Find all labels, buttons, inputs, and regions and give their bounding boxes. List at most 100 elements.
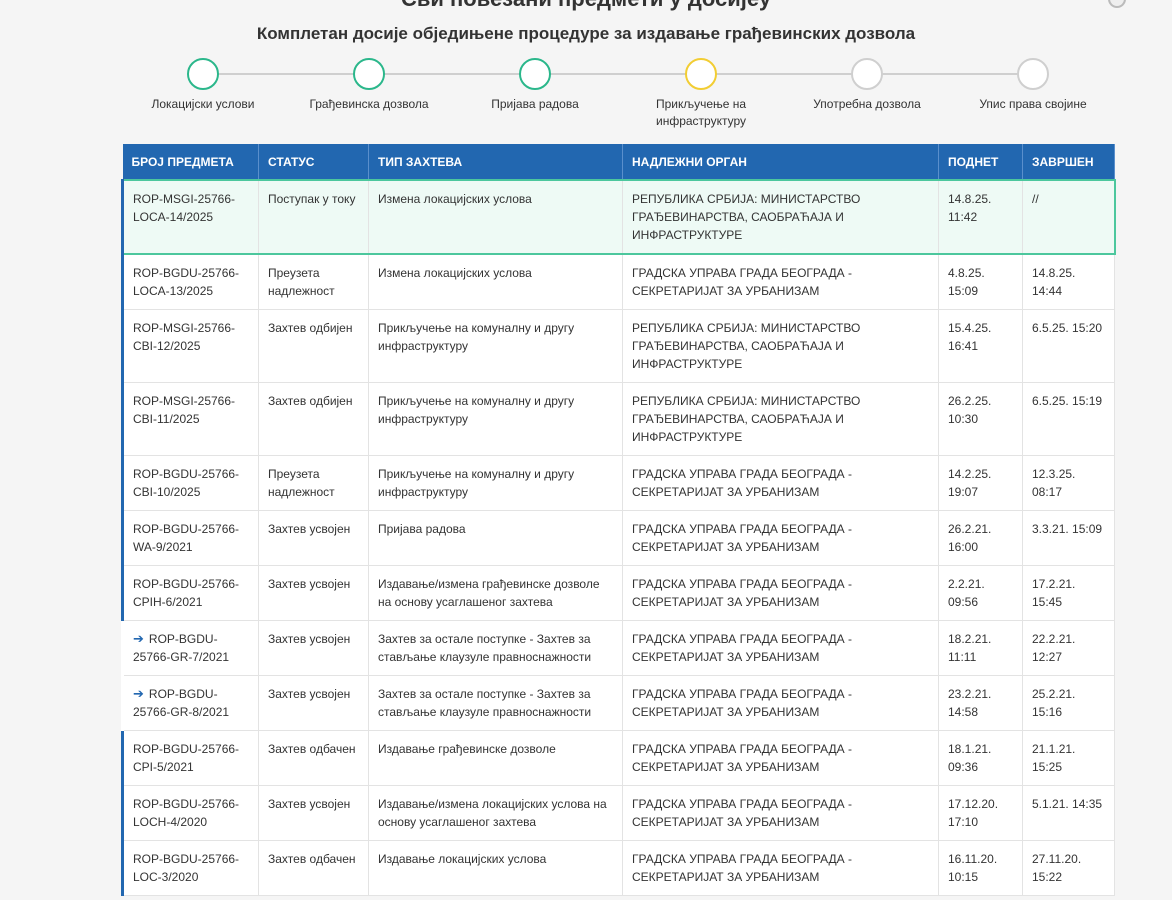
authority-text: ГРАДСКА УПРАВА ГРАДА БЕОГРАДА - СЕКРЕТАР…: [632, 577, 852, 609]
progress-step-5[interactable]: Употребна дозвола: [784, 58, 950, 113]
table-row[interactable]: ROP-BGDU-25766-CBI-10/2025 Преузета надле…: [121, 455, 1115, 511]
step-circle-icon: [353, 58, 385, 90]
table-row[interactable]: ROP-BGDU-25766-LOC-3/2020 Захтев одбачен И…: [121, 840, 1115, 896]
table-row[interactable]: ROP-MSGI-25766-LOCA-14/2025 Поступак у то…: [121, 179, 1116, 255]
case-number-cell[interactable]: ROP-MSGI-25766-CBI-12/2025: [121, 309, 259, 383]
completed-text: 5.1.21. 14:35: [1032, 797, 1103, 811]
case-number-text: ROP-BGDU-25766-LOCH-4/2020: [133, 797, 240, 829]
submitted-cell: 14.8.25. 11:42: [938, 179, 1023, 255]
case-number-text: ROP-BGDU-25766-LOC-3/2020: [133, 852, 240, 884]
status-text: Преузета надлежност: [268, 467, 335, 499]
completed-cell: 27.11.20. 15:22: [1022, 840, 1115, 896]
completed-text: 6.5.25. 15:19: [1032, 394, 1103, 408]
completed-cell: 21.1.21. 15:25: [1022, 730, 1115, 786]
submitted-cell: 26.2.25. 10:30: [938, 382, 1023, 456]
authority-text: ГРАДСКА УПРАВА ГРАДА БЕОГРАДА - СЕКРЕТАР…: [632, 266, 852, 298]
completed-text: 3.3.21. 15:09: [1032, 522, 1103, 536]
table-row[interactable]: ROP-MSGI-25766-CBI-12/2025 Захтев одбијен…: [121, 309, 1115, 383]
case-number-cell[interactable]: ROP-BGDU-25766-WA-9/2021: [121, 510, 259, 566]
status-cell: Захтев одбијен: [258, 309, 369, 383]
step-circle-icon: [685, 58, 717, 90]
request-type-cell: Захтев за остале поступке - Захтев за ст…: [368, 675, 623, 731]
completed-cell: 5.1.21. 14:35: [1022, 785, 1115, 841]
case-number-cell[interactable]: ROP-MSGI-25766-CBI-11/2025: [121, 382, 259, 456]
request-type-text: Прикључење на комуналну и другу инфрастр…: [378, 321, 575, 353]
progress-step-3[interactable]: Пријава радова: [452, 58, 618, 113]
request-type-text: Захтев за остале поступке - Захтев за ст…: [378, 687, 592, 719]
column-header-status[interactable]: СТАТУС: [258, 144, 369, 180]
submitted-text: 4.8.25. 15:09: [948, 266, 985, 298]
column-header-submitted[interactable]: ПОДНЕТ: [938, 144, 1023, 180]
step-label: Прикључење на инфраструктуру: [655, 97, 747, 128]
submitted-text: 26.2.21. 16:00: [948, 522, 992, 554]
completed-text: 21.1.21. 15:25: [1032, 742, 1076, 774]
authority-cell: ГРАДСКА УПРАВА ГРАДА БЕОГРАДА - СЕКРЕТАР…: [622, 510, 939, 566]
request-type-cell: Издавање грађевинске дозволе: [368, 730, 623, 786]
request-type-cell: Измена локацијских услова: [368, 179, 623, 255]
case-number-text: ROP-BGDU-25766-WA-9/2021: [133, 522, 240, 554]
submitted-cell: 26.2.21. 16:00: [938, 510, 1023, 566]
table-row[interactable]: ➔ ROP-BGDU-25766-GR-8/2021 Захтев усвојен З…: [121, 675, 1115, 731]
case-number-text: ROP-BGDU-25766-GR-8/2021: [133, 687, 230, 719]
authority-text: ГРАДСКА УПРАВА ГРАДА БЕОГРАДА - СЕКРЕТАР…: [632, 467, 852, 499]
table-row[interactable]: ROP-BGDU-25766-LOCA-13/2025 Преузета надл…: [121, 254, 1115, 310]
case-number-cell[interactable]: ROP-BGDU-25766-LOC-3/2020: [121, 840, 259, 896]
arrow-right-icon: ➔: [133, 686, 144, 701]
page-subtitle: Комплетан досије обједињене процедуре за…: [256, 24, 916, 43]
progress-step-4[interactable]: Прикључење на инфраструктуру: [618, 58, 784, 130]
request-type-cell: Прикључење на комуналну и другу инфрастр…: [368, 382, 623, 456]
case-number-text: ROP-BGDU-25766-CBI-10/2025: [133, 467, 240, 499]
case-number-cell[interactable]: ➔ ROP-BGDU-25766-GR-7/2021: [121, 620, 259, 676]
submitted-cell: 2.2.21. 09:56: [938, 565, 1023, 621]
completed-cell: //: [1022, 179, 1116, 255]
submitted-cell: 16.11.20. 10:15: [938, 840, 1023, 896]
submitted-cell: 17.12.20. 17:10: [938, 785, 1023, 841]
request-type-cell: Прикључење на комуналну и другу инфрастр…: [368, 309, 623, 383]
case-number-cell[interactable]: ROP-MSGI-25766-LOCA-14/2025: [121, 179, 259, 255]
column-header-case-number[interactable]: БРОЈ ПРЕДМЕТА: [122, 144, 259, 180]
case-number-cell[interactable]: ROP-BGDU-25766-CBI-10/2025: [121, 455, 259, 511]
status-text: Поступак у току: [268, 192, 356, 206]
step-label: Упис права својине: [979, 97, 1087, 111]
case-number-cell[interactable]: ROP-BGDU-25766-LOCH-4/2020: [121, 785, 259, 841]
progress-step-2[interactable]: Грађевинска дозвола: [286, 58, 452, 113]
authority-cell: ГРАДСКА УПРАВА ГРАДА БЕОГРАДА - СЕКРЕТАР…: [622, 455, 939, 511]
case-number-cell[interactable]: ROP-BGDU-25766-LOCA-13/2025: [121, 254, 259, 310]
case-number-text: ROP-MSGI-25766-LOCA-14/2025: [133, 192, 236, 224]
table-row[interactable]: ➔ ROP-BGDU-25766-GR-7/2021 Захтев усвојен З…: [121, 620, 1115, 676]
table-row[interactable]: ROP-BGDU-25766-WA-9/2021 Захтев усвојен Пр…: [121, 510, 1115, 566]
submitted-text: 15.4.25. 16:41: [948, 321, 992, 353]
authority-cell: ГРАДСКА УПРАВА ГРАДА БЕОГРАДА - СЕКРЕТАР…: [622, 840, 939, 896]
step-circle-icon: [1017, 58, 1049, 90]
case-number-cell[interactable]: ROP-BGDU-25766-CPI-5/2021: [121, 730, 259, 786]
request-type-text: Издавање грађевинске дозволе: [378, 742, 556, 756]
completed-text: //: [1032, 192, 1039, 206]
table-row[interactable]: ROP-BGDU-25766-CPI-5/2021 Захтев одбачен И…: [121, 730, 1115, 786]
case-number-text: ROP-MSGI-25766-CBI-11/2025: [133, 394, 236, 426]
submitted-text: 14.2.25. 19:07: [948, 467, 992, 499]
submitted-text: 2.2.21. 09:56: [948, 577, 985, 609]
request-type-cell: Пријава радова: [368, 510, 623, 566]
case-number-cell[interactable]: ➔ ROP-BGDU-25766-GR-8/2021: [121, 675, 259, 731]
column-header-authority[interactable]: НАДЛЕЖНИ ОРГАН: [622, 144, 939, 180]
case-number-cell[interactable]: ROP-BGDU-25766-CPIH-6/2021: [121, 565, 259, 621]
progress-step-6[interactable]: Упис права својине: [950, 58, 1116, 113]
authority-cell: ГРАДСКА УПРАВА ГРАДА БЕОГРАДА - СЕКРЕТАР…: [622, 730, 939, 786]
case-number-text: ROP-BGDU-25766-CPI-5/2021: [133, 742, 240, 774]
authority-text: ГРАДСКА УПРАВА ГРАДА БЕОГРАДА - СЕКРЕТАР…: [632, 522, 852, 554]
progress-step-1[interactable]: Локацијски услови: [120, 58, 286, 113]
completed-cell: 12.3.25. 08:17: [1022, 455, 1115, 511]
column-header-completed[interactable]: ЗАВРШЕН: [1022, 144, 1115, 180]
table-row[interactable]: ROP-MSGI-25766-CBI-11/2025 Захтев одбијен…: [121, 382, 1115, 456]
table-header-row: БРОЈ ПРЕДМЕТА СТАТУС ТИП ЗАХТЕВА НАДЛЕЖН…: [122, 144, 1115, 180]
authority-text: ГРАДСКА УПРАВА ГРАДА БЕОГРАДА - СЕКРЕТАР…: [632, 797, 852, 829]
submitted-text: 18.1.21. 09:36: [948, 742, 992, 774]
request-type-text: Издавање локацијских услова: [378, 852, 547, 866]
table-row[interactable]: ROP-BGDU-25766-LOCH-4/2020 Захтев усвојен…: [121, 785, 1115, 841]
completed-cell: 17.2.21. 15:45: [1022, 565, 1115, 621]
step-label: Пријава радова: [491, 97, 579, 111]
column-header-request-type[interactable]: ТИП ЗАХТЕВА: [368, 144, 623, 180]
request-type-text: Прикључење на комуналну и другу инфрастр…: [378, 394, 575, 426]
authority-cell: РЕПУБЛИКА СРБИЈА: МИНИСТАРСТВО ГРАЂЕВИНА…: [622, 309, 939, 383]
table-row[interactable]: ROP-BGDU-25766-CPIH-6/2021 Захтев усвојен…: [121, 565, 1115, 621]
